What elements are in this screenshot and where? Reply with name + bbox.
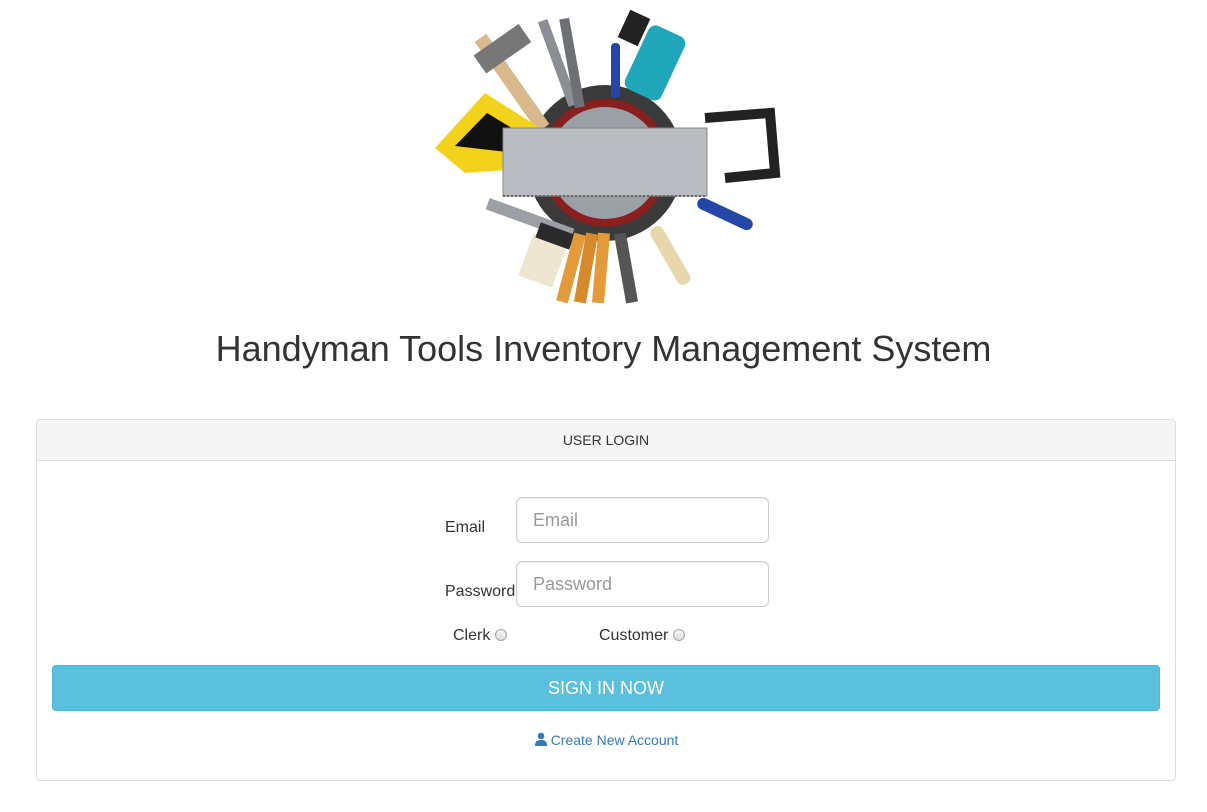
create-account-link[interactable]: Create New Account — [37, 732, 1175, 748]
page-title: Handyman Tools Inventory Management Syst… — [215, 328, 992, 369]
email-input[interactable] — [516, 497, 769, 543]
customer-radio[interactable] — [673, 629, 685, 641]
login-panel: USER LOGIN Email Password Clerk Customer… — [36, 419, 1176, 781]
tools-collage-icon — [435, 9, 781, 304]
sign-in-button[interactable]: SIGN IN NOW — [52, 665, 1160, 711]
email-label: Email — [445, 519, 486, 536]
panel-heading: USER LOGIN — [37, 420, 1175, 461]
customer-label: Customer — [599, 627, 669, 644]
user-icon — [534, 732, 547, 746]
password-label: Password — [445, 583, 516, 600]
create-account-label: Create New Account — [550, 732, 679, 748]
clerk-label: Clerk — [453, 627, 491, 644]
clerk-radio[interactable] — [495, 629, 507, 641]
password-input[interactable] — [516, 561, 769, 607]
